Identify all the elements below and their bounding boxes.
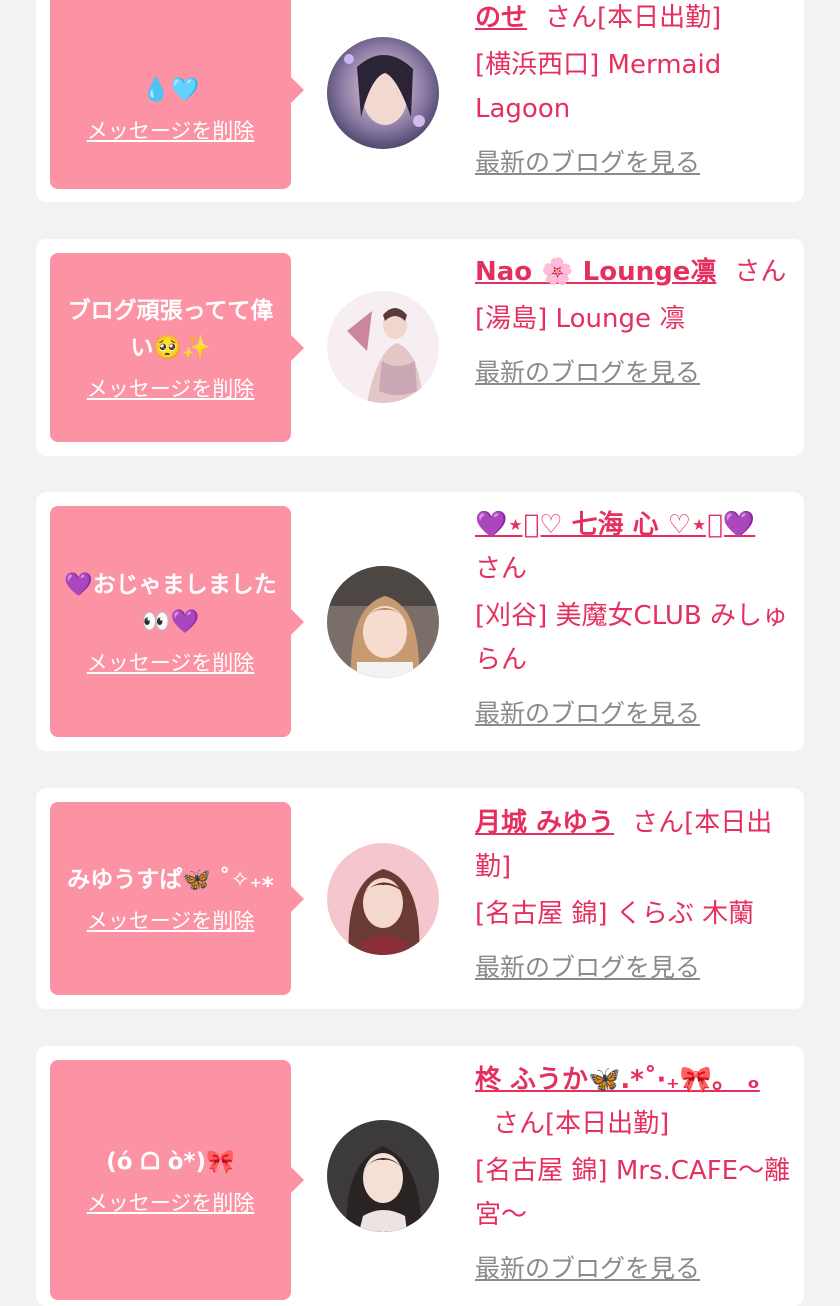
message-text: ブログ頑張ってて偉い🥺✨ — [67, 297, 274, 361]
shop-info: [横浜西口] Mermaid Lagoon — [475, 50, 722, 124]
sender-suffix: さん[本日出勤] — [545, 3, 722, 33]
message-text: (ό ᗝ ὸ*)🎀 — [106, 1148, 235, 1175]
delete-message-button[interactable]: メッセージを削除 — [87, 375, 255, 403]
delete-message-button[interactable]: メッセージを削除 — [87, 1189, 255, 1217]
message-text: 💧🩵 — [141, 77, 200, 103]
latest-blog-link[interactable]: 最新のブログを見る — [475, 692, 793, 736]
latest-blog-link[interactable]: 最新のブログを見る — [475, 946, 793, 990]
sender-name-link[interactable]: 柊 ふうか🦋.*˚‧₊🎀。 ₒ — [475, 1065, 760, 1095]
message-bubble: (ό ᗝ ὸ*)🎀 メッセージを削除 — [50, 1060, 304, 1300]
sender-info: のせ さん[本日出勤] [横浜西口] Mermaid Lagoon 最新のブログを… — [475, 0, 793, 185]
latest-blog-link[interactable]: 最新のブログを見る — [475, 351, 793, 395]
sender-name-link[interactable]: Nao 🌸 Lounge凛 — [475, 257, 716, 287]
sender-info: 柊 ふうか🦋.*˚‧₊🎀。 ₒ さん[本日出勤] [名古屋 錦] Mrs.CAFE… — [475, 1058, 793, 1291]
sender-name-link[interactable]: のせ — [475, 3, 527, 33]
message-card: 💧🩵 メッセージを削除 のせ さん[本日出勤] [横浜西口] Mermaid La… — [36, 0, 804, 202]
latest-blog-link[interactable]: 最新のブログを見る — [475, 141, 793, 185]
shop-info: [名古屋 錦] Mrs.CAFE〜離宮〜 — [475, 1156, 791, 1230]
sender-name-link[interactable]: 💜⋆͛♡ 七海 心 ♡⋆͛💜 — [475, 510, 755, 540]
message-bubble: 💧🩵 メッセージを削除 — [50, 0, 304, 189]
sender-info: 💜⋆͛♡ 七海 心 ♡⋆͛💜 さん [刈谷] 美魔女CLUB みしゅらん 最新の… — [475, 503, 793, 736]
sender-info: 月城 みゆう さん[本日出勤] [名古屋 錦] くらぶ 木蘭 最新のブログを見る — [475, 801, 793, 990]
delete-message-button[interactable]: メッセージを削除 — [87, 907, 255, 935]
sender-suffix: さん — [734, 257, 787, 287]
avatar[interactable] — [327, 566, 439, 678]
sender-name-link[interactable]: 月城 みゆう — [475, 808, 614, 838]
avatar[interactable] — [327, 291, 439, 403]
shop-info: [湯島] Lounge 凛 — [475, 304, 686, 334]
message-bubble: みゆうすぱ🦋 ˚✧₊⁎ メッセージを削除 — [50, 802, 304, 995]
sender-info: Nao 🌸 Lounge凛 さん [湯島] Lounge 凛 最新のブログを見る — [475, 250, 793, 395]
message-card: ブログ頑張ってて偉い🥺✨ メッセージを削除 Nao 🌸 Lounge凛 さん [湯… — [36, 239, 804, 456]
delete-message-button[interactable]: メッセージを削除 — [87, 649, 255, 677]
sender-suffix: さん — [475, 554, 528, 584]
message-card: (ό ᗝ ὸ*)🎀 メッセージを削除 柊 ふうか🦋.*˚‧₊🎀。 ₒ さん[本日出… — [36, 1046, 804, 1306]
shop-info: [刈谷] 美魔女CLUB みしゅらん — [475, 601, 789, 675]
avatar[interactable] — [327, 843, 439, 955]
message-card: みゆうすぱ🦋 ˚✧₊⁎ メッセージを削除 月城 みゆう さん[本日出勤] [名古屋… — [36, 788, 804, 1009]
delete-message-button[interactable]: メッセージを削除 — [87, 117, 255, 145]
message-text: 💜おじゃましました👀💜 — [64, 571, 277, 635]
message-card: 💜おじゃましました👀💜 メッセージを削除 💜⋆͛♡ 七海 心 ♡⋆͛💜 さん [… — [36, 492, 804, 751]
avatar[interactable] — [327, 1120, 439, 1232]
message-text: みゆうすぱ🦋 ˚✧₊⁎ — [67, 867, 274, 893]
latest-blog-link[interactable]: 最新のブログを見る — [475, 1247, 793, 1291]
shop-info: [名古屋 錦] くらぶ 木蘭 — [475, 899, 755, 929]
avatar[interactable] — [327, 37, 439, 149]
sender-suffix: さん[本日出勤] — [493, 1109, 670, 1139]
message-bubble: ブログ頑張ってて偉い🥺✨ メッセージを削除 — [50, 253, 304, 442]
message-bubble: 💜おじゃましました👀💜 メッセージを削除 — [50, 506, 304, 737]
